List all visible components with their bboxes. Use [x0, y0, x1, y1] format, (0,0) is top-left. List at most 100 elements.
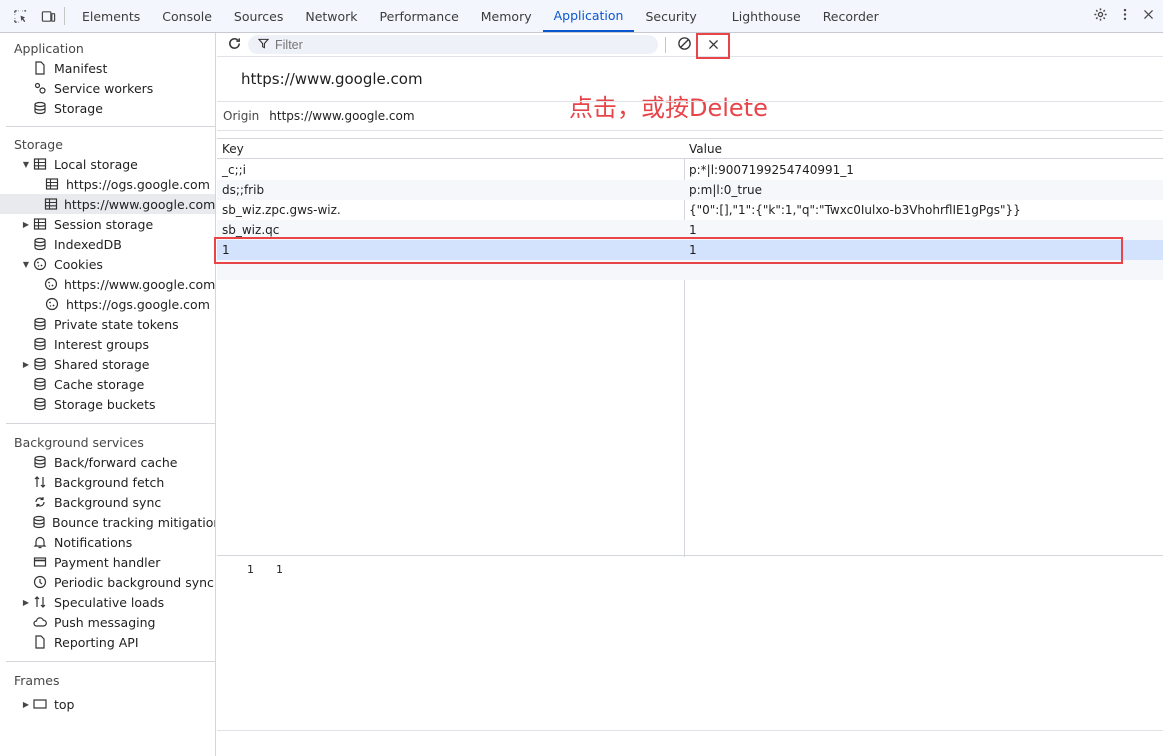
- expanded-arrow-icon[interactable]: ▼: [20, 260, 32, 269]
- sidebar-item-push-messaging[interactable]: Push messaging: [0, 612, 215, 632]
- table-row[interactable]: ds;;frib p:m|l:0_true: [217, 180, 1163, 200]
- sidebar-item-label: Bounce tracking mitigations: [52, 514, 216, 530]
- settings-gear-icon[interactable]: [1093, 7, 1108, 25]
- sidebar-item-storage[interactable]: Storage: [0, 98, 215, 118]
- collapsed-arrow-icon[interactable]: ▶: [20, 220, 32, 229]
- section-title-background-services: Background services: [14, 434, 144, 450]
- sidebar-item-label: Notifications: [54, 534, 133, 550]
- sidebar-item-label: Manifest: [54, 60, 108, 76]
- sidebar-item-reporting-api[interactable]: Reporting API: [0, 632, 215, 652]
- sidebar-item-interest-groups[interactable]: Interest groups: [0, 334, 215, 354]
- sidebar-item-label: Speculative loads: [54, 594, 165, 610]
- storage-toolbar: [217, 33, 1163, 59]
- filter-input[interactable]: [275, 37, 635, 52]
- database-icon: [32, 454, 48, 470]
- tab-console[interactable]: Console: [151, 0, 223, 32]
- sidebar-item-periodic-sync[interactable]: Periodic background sync: [0, 572, 215, 592]
- sidebar-item-label: https://ogs.google.com: [66, 296, 210, 312]
- row-key: sb_wiz.zpc.gws-wiz.: [222, 203, 341, 217]
- sidebar-item-background-sync[interactable]: Background sync: [0, 492, 215, 512]
- sidebar-item-label: Push messaging: [54, 614, 156, 630]
- sidebar-item-label: Interest groups: [54, 336, 149, 352]
- close-devtools-icon[interactable]: [1142, 8, 1155, 24]
- sidebar-item-local-ogs[interactable]: https://ogs.google.com: [0, 174, 215, 194]
- preview-value: 1: [276, 563, 283, 576]
- sidebar-item-background-fetch[interactable]: Background fetch: [0, 472, 215, 492]
- sidebar-item-label: top: [54, 696, 75, 712]
- row-key: _c;;i: [222, 163, 247, 177]
- sidebar-item-bfcache[interactable]: Back/forward cache: [0, 452, 215, 472]
- table-icon: [44, 196, 58, 212]
- sidebar-item-cookie-www[interactable]: https://www.google.com: [0, 274, 215, 294]
- sidebar-item-bounce-tracking[interactable]: Bounce tracking mitigations: [0, 512, 215, 532]
- device-toolbar-icon[interactable]: [38, 0, 58, 32]
- sidebar-item-frame-top[interactable]: ▶ top: [0, 694, 215, 714]
- up-down-arrows-icon: [32, 474, 48, 490]
- sidebar-item-manifest[interactable]: Manifest: [0, 58, 215, 78]
- sidebar-item-local-storage[interactable]: ▼ Local storage: [0, 154, 215, 174]
- preview-line-number: 1: [247, 563, 254, 576]
- tab-elements[interactable]: Elements: [71, 0, 151, 32]
- collapsed-arrow-icon[interactable]: ▶: [20, 598, 32, 607]
- sidebar-item-label: Shared storage: [54, 356, 150, 372]
- table-row[interactable]: sb_wiz.zpc.gws-wiz. {"0":[],"1":{"k":1,"…: [217, 200, 1163, 220]
- sidebar-item-label: Periodic background sync: [54, 574, 214, 590]
- sidebar-item-cookies[interactable]: ▼ Cookies: [0, 254, 215, 274]
- value-preview: 1 1: [247, 563, 283, 576]
- tab-performance[interactable]: Performance: [369, 0, 470, 32]
- cloud-icon: [32, 614, 48, 630]
- sidebar-item-session-storage[interactable]: ▶ Session storage: [0, 214, 215, 234]
- clock-icon: [32, 574, 48, 590]
- tab-memory[interactable]: Memory: [470, 0, 543, 32]
- sync-icon: [32, 494, 48, 510]
- row-value: p:*|l:9007199254740991_1: [689, 163, 854, 177]
- table-icon: [44, 176, 60, 192]
- origin-value: https://www.google.com: [269, 109, 415, 123]
- tab-sources[interactable]: Sources: [223, 0, 294, 32]
- more-options-icon[interactable]: [1118, 7, 1132, 25]
- clear-all-button[interactable]: [675, 36, 693, 54]
- row-value: p:m|l:0_true: [689, 183, 763, 197]
- sidebar-item-label: Private state tokens: [54, 316, 179, 332]
- sidebar-item-local-www[interactable]: https://www.google.com: [0, 194, 215, 214]
- filter-box[interactable]: [248, 35, 658, 54]
- column-header-value[interactable]: Value: [684, 139, 1163, 158]
- tab-lighthouse[interactable]: Lighthouse: [708, 0, 812, 32]
- tab-recorder[interactable]: Recorder: [812, 0, 890, 32]
- tab-security[interactable]: Security: [634, 0, 707, 32]
- sidebar-item-speculative-loads[interactable]: ▶ Speculative loads: [0, 592, 215, 612]
- sidebar-item-label: Service workers: [54, 80, 154, 96]
- sidebar-item-private-state-tokens[interactable]: Private state tokens: [0, 314, 215, 334]
- expanded-arrow-icon[interactable]: ▼: [20, 160, 32, 169]
- sidebar-item-indexeddb[interactable]: IndexedDB: [0, 234, 215, 254]
- sidebar-item-payment-handler[interactable]: Payment handler: [0, 552, 215, 572]
- collapsed-arrow-icon[interactable]: ▶: [20, 700, 32, 709]
- sidebar-item-shared-storage[interactable]: ▶ Shared storage: [0, 354, 215, 374]
- sidebar-item-storage-buckets[interactable]: Storage buckets: [0, 394, 215, 414]
- sidebar-item-label: Local storage: [54, 156, 138, 172]
- tab-application[interactable]: Application: [542, 0, 635, 32]
- gears-icon: [32, 80, 48, 96]
- inspect-element-icon[interactable]: [10, 0, 30, 32]
- sidebar-item-label: Storage buckets: [54, 396, 156, 412]
- table-row[interactable]: _c;;i p:*|l:9007199254740991_1: [217, 160, 1163, 180]
- tab-network[interactable]: Network: [294, 0, 368, 32]
- column-header-key[interactable]: Key: [217, 139, 684, 158]
- sidebar-item-service-workers[interactable]: Service workers: [0, 78, 215, 98]
- delete-selected-button[interactable]: [696, 33, 730, 59]
- table-row-selected[interactable]: 1 1: [217, 240, 1163, 260]
- sidebar-item-cookie-ogs[interactable]: https://ogs.google.com: [0, 294, 215, 314]
- database-icon: [32, 336, 48, 352]
- close-icon: [707, 38, 720, 54]
- toolbar-divider: [665, 37, 666, 53]
- table-row[interactable]: sb_wiz.qc 1: [217, 220, 1163, 240]
- section-title-storage: Storage: [14, 136, 63, 152]
- origin-label: Origin: [223, 109, 260, 123]
- table-icon: [32, 156, 48, 172]
- sidebar-item-notifications[interactable]: Notifications: [0, 532, 215, 552]
- refresh-button[interactable]: [225, 35, 243, 54]
- cookie-icon: [44, 276, 58, 292]
- sidebar-item-label: Back/forward cache: [54, 454, 178, 470]
- sidebar-item-cache-storage[interactable]: Cache storage: [0, 374, 215, 394]
- collapsed-arrow-icon[interactable]: ▶: [20, 360, 32, 369]
